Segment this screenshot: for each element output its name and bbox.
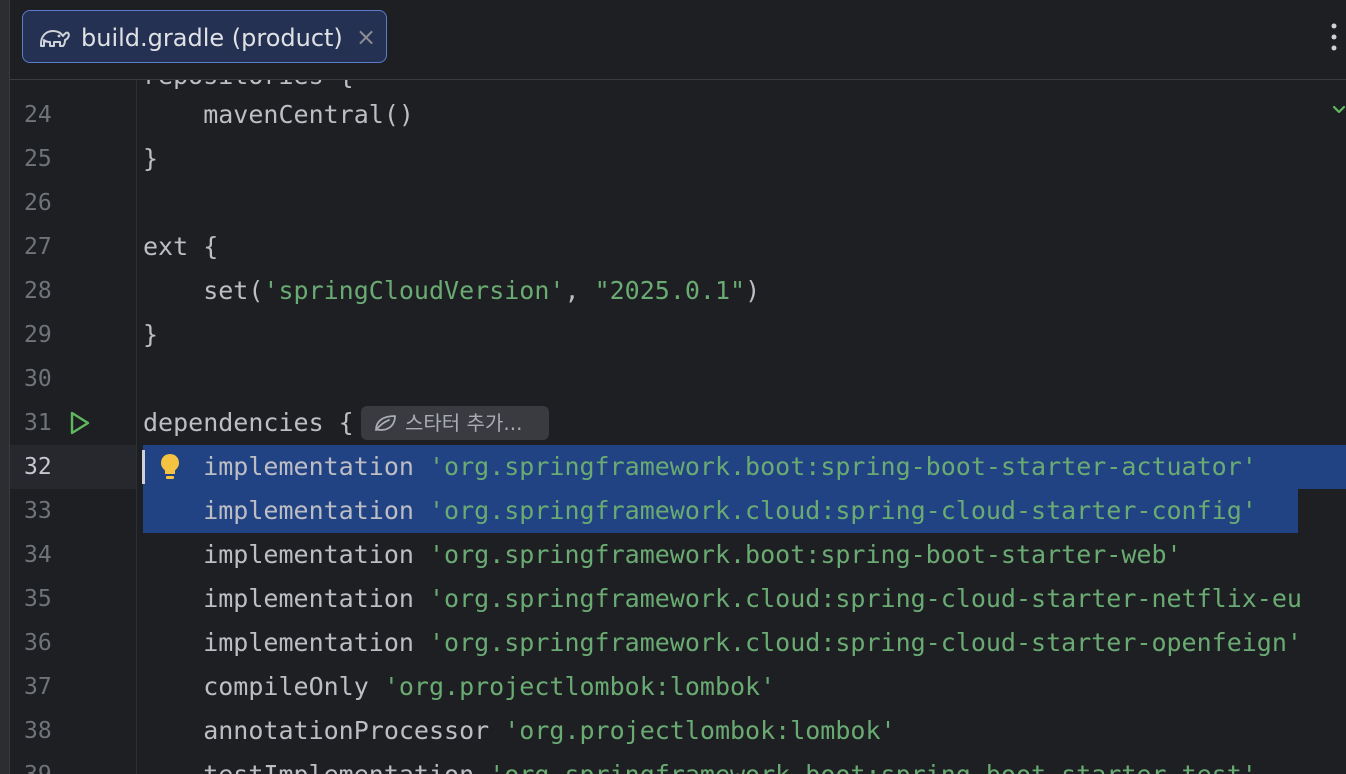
line-number[interactable]: 25 xyxy=(24,137,84,181)
code-plain: implementation xyxy=(143,496,429,525)
code-plain: compileOnly xyxy=(143,672,384,701)
line-number[interactable]: 24 xyxy=(24,93,84,137)
code-text: implementation 'org.springframework.clou… xyxy=(143,621,1302,665)
code-string-literal: 'org.projectlombok:lombok' xyxy=(383,672,776,701)
code-text: implementation 'org.springframework.clou… xyxy=(143,489,1257,533)
line-number[interactable]: 30 xyxy=(24,357,84,401)
code-line[interactable]: 38 annotationProcessor 'org.projectlombo… xyxy=(10,709,1346,753)
lightbulb-icon[interactable] xyxy=(158,451,182,483)
line-number[interactable]: 27 xyxy=(24,225,84,269)
code-editor[interactable]: repositories { 24 mavenCentral()25}2627e… xyxy=(10,80,1346,774)
code-text: compileOnly 'org.projectlombok:lombok' xyxy=(143,665,775,709)
line-number[interactable]: 37 xyxy=(24,665,84,709)
code-text: dependencies { xyxy=(143,401,354,445)
code-plain: implementation xyxy=(143,628,429,657)
code-text: mavenCentral() xyxy=(143,93,414,137)
line-number[interactable]: 39 xyxy=(24,753,84,774)
line-number[interactable]: 35 xyxy=(24,577,84,621)
run-icon[interactable] xyxy=(66,410,92,436)
code-string-literal: 'org.springframework.boot:spring-boot-st… xyxy=(489,760,1257,774)
code-string-literal: 'springCloudVersion' xyxy=(263,276,565,305)
code-line[interactable]: 37 compileOnly 'org.projectlombok:lombok… xyxy=(10,665,1346,709)
code-string-literal: 'org.springframework.cloud:spring-cloud-… xyxy=(428,496,1257,525)
line-number[interactable]: 34 xyxy=(24,533,84,577)
code-plain: implementation xyxy=(143,452,429,481)
code-string-literal: "2025.0.1" xyxy=(594,276,746,305)
line-number[interactable]: 38 xyxy=(24,709,84,753)
code-string-literal: 'org.projectlombok:lombok' xyxy=(504,716,896,745)
code-plain: implementation xyxy=(143,584,429,613)
code-string-literal: 'org.springframework.cloud:spring-cloud-… xyxy=(428,628,1302,657)
inlay-label: 스타터 추가... xyxy=(405,411,523,435)
code-text: set('springCloudVersion', "2025.0.1") xyxy=(143,269,760,313)
code-text: } xyxy=(143,137,158,181)
ide-window: build.gradle (product) × repositories { … xyxy=(0,0,1346,774)
line-number[interactable]: 28 xyxy=(24,269,84,313)
code-line[interactable]: 24 mavenCentral() xyxy=(10,93,1346,137)
code-plain: ) xyxy=(745,276,761,305)
code-text: } xyxy=(143,313,158,357)
code-plain: testImplementation xyxy=(143,760,489,774)
code-line[interactable]: 27 ext { xyxy=(10,225,1346,269)
line-number[interactable]: 26 xyxy=(24,181,84,225)
code-plain: ext { xyxy=(143,232,219,261)
tab-label: build.gradle (product) xyxy=(81,24,343,52)
spring-leaf-icon xyxy=(375,415,396,431)
code-text: implementation 'org.springframework.boot… xyxy=(143,445,1257,489)
gradle-elephant-icon xyxy=(40,30,70,47)
editor-tab-build-gradle[interactable]: build.gradle (product) × xyxy=(22,10,387,63)
add-starters-inlay-button[interactable]: 스타터 추가... xyxy=(361,406,549,440)
code-text: ext { xyxy=(143,225,218,269)
text-caret xyxy=(142,450,145,484)
code-string-literal: 'org.springframework.cloud:spring-cloud-… xyxy=(428,584,1302,613)
code-line[interactable]: 25} xyxy=(10,137,1346,181)
code-line[interactable]: 29} xyxy=(10,313,1346,357)
code-plain: set( xyxy=(143,276,264,305)
code-text: testImplementation 'org.springframework.… xyxy=(143,753,1257,774)
code-line[interactable]: 33 implementation 'org.springframework.c… xyxy=(10,489,1346,533)
code-line[interactable]: 26 xyxy=(10,181,1346,225)
code-plain: dependencies { xyxy=(143,408,354,437)
code-plain: annotationProcessor xyxy=(143,716,505,745)
code-plain: , xyxy=(564,276,595,305)
code-text: implementation 'org.springframework.boot… xyxy=(143,533,1182,577)
tool-window-strip xyxy=(0,0,10,774)
code-line[interactable]: 30 xyxy=(10,357,1346,401)
line-number[interactable]: 33 xyxy=(24,489,84,533)
code-plain: } xyxy=(143,320,159,349)
code-line[interactable]: 28 set('springCloudVersion', "2025.0.1") xyxy=(10,269,1346,313)
code-line[interactable]: 35 implementation 'org.springframework.c… xyxy=(10,577,1346,621)
code-plain: } xyxy=(143,144,159,173)
editor-tab-bar: build.gradle (product) × xyxy=(10,0,1346,80)
line-number[interactable]: 29 xyxy=(24,313,84,357)
close-icon[interactable]: × xyxy=(353,24,379,50)
line-number[interactable]: 36 xyxy=(24,621,84,665)
code-line[interactable]: 32 implementation 'org.springframework.b… xyxy=(10,445,1346,489)
code-string-literal: 'org.springframework.boot:spring-boot-st… xyxy=(428,540,1182,569)
more-vertical-icon[interactable] xyxy=(1322,20,1346,54)
code-plain: mavenCentral() xyxy=(143,100,414,129)
code-string-literal: 'org.springframework.boot:spring-boot-st… xyxy=(428,452,1257,481)
line-number[interactable]: 32 xyxy=(24,445,84,489)
code-text: annotationProcessor 'org.projectlombok:l… xyxy=(143,709,896,753)
code-line[interactable]: 36 implementation 'org.springframework.c… xyxy=(10,621,1346,665)
code-text: implementation 'org.springframework.clou… xyxy=(143,577,1302,621)
code-plain: implementation xyxy=(143,540,429,569)
code-line[interactable]: 39 testImplementation 'org.springframewo… xyxy=(10,753,1346,774)
code-line[interactable]: 31 dependencies {스타터 추가... xyxy=(10,401,1346,445)
code-line[interactable]: 34 implementation 'org.springframework.b… xyxy=(10,533,1346,577)
